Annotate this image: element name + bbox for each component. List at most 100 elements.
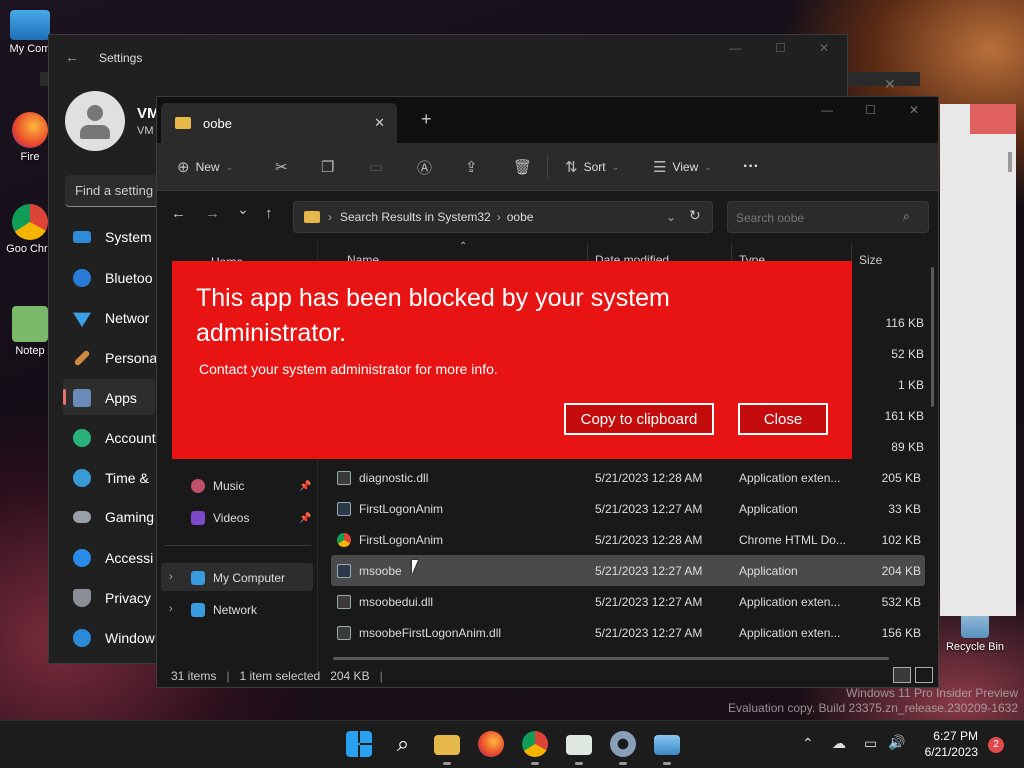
breadcrumb-part-1[interactable]: Search Results in System32: [340, 210, 491, 224]
notepad-icon[interactable]: [566, 735, 592, 755]
controller-icon: [73, 511, 91, 523]
new-button[interactable]: ⊕ New ⌄: [177, 143, 233, 191]
cloud-offline-icon[interactable]: ☁: [832, 735, 846, 752]
sidebar-item-time[interactable]: Time &: [73, 469, 149, 487]
windows-start-icon[interactable]: [346, 731, 372, 757]
back-arrow-icon[interactable]: ←: [65, 49, 79, 65]
table-row[interactable]: FirstLogonAnim 5/21/2023 12:27 AM Applic…: [331, 493, 925, 524]
more-options-button[interactable]: ···: [743, 143, 759, 191]
clock-date[interactable]: 6/21/2023: [912, 745, 978, 759]
command-bar: ⊕ New ⌄ ✂ ❐ ▭ Ⓐ ⇪ 🗑 ⇅ Sort ⌄ ☰ View ⌄ ···: [157, 143, 938, 191]
close-button[interactable]: Close: [738, 403, 828, 435]
scrollbar[interactable]: [1008, 152, 1012, 172]
sidebar-item-system[interactable]: System: [73, 229, 152, 245]
forward-arrow-icon[interactable]: →: [205, 205, 220, 222]
person-icon: [87, 105, 103, 121]
chrome-icon[interactable]: [522, 731, 548, 757]
mouse-cursor-icon: [412, 560, 424, 574]
close-button[interactable]: ✕: [819, 41, 829, 55]
expand-chevron-icon[interactable]: ›: [169, 603, 173, 615]
background-window-close-button[interactable]: [970, 104, 1016, 134]
nav-item-label: Videos: [213, 511, 250, 525]
sidebar-item-personalization[interactable]: Persona: [73, 349, 157, 367]
search-icon[interactable]: ⌕: [390, 731, 416, 757]
delete-button[interactable]: 🗑: [513, 143, 532, 191]
refresh-icon[interactable]: ↻: [689, 207, 701, 224]
expand-chevron-icon[interactable]: ›: [169, 571, 173, 583]
sidebar-item-apps[interactable]: Apps: [73, 389, 137, 407]
table-row[interactable]: FirstLogonAnim 5/21/2023 12:28 AM Chrome…: [331, 524, 925, 555]
status-separator: |: [379, 669, 383, 683]
address-bar[interactable]: › Search Results in System32 › oobe ⌄: [293, 201, 713, 233]
copy-button[interactable]: ❐: [321, 143, 334, 191]
update-icon: [73, 629, 91, 647]
address-dropdown-icon[interactable]: ⌄: [666, 210, 676, 224]
network-icon[interactable]: ▭: [864, 735, 877, 752]
close-tab-icon[interactable]: ✕: [374, 115, 385, 131]
file-size: 89 KB: [891, 440, 924, 454]
column-header-size[interactable]: Size: [859, 253, 882, 267]
status-size: 204 KB: [330, 669, 370, 683]
notification-badge[interactable]: 2: [988, 737, 1004, 753]
copy-to-clipboard-button[interactable]: Copy to clipboard: [564, 403, 714, 435]
sidebar-item-bluetooth[interactable]: Bluetoo: [73, 269, 152, 287]
new-tab-button[interactable]: +: [421, 109, 432, 130]
back-arrow-icon[interactable]: ←: [171, 205, 186, 222]
vertical-scrollbar[interactable]: [931, 267, 934, 407]
status-item-count: 31 items: [171, 669, 217, 683]
cut-button[interactable]: ✂: [275, 143, 288, 191]
file-type: Application: [739, 501, 798, 516]
recent-locations-chevron-icon[interactable]: ⌄: [237, 201, 249, 218]
file-type: Chrome HTML Do...: [739, 532, 846, 547]
clock-time[interactable]: 6:27 PM: [928, 729, 978, 743]
sidebar-item-accessibility[interactable]: Accessi: [73, 549, 153, 567]
paste-icon: ▭: [369, 159, 384, 176]
paste-button[interactable]: ▭: [369, 143, 383, 191]
sidebar-item-accounts[interactable]: Account: [73, 429, 156, 447]
sidebar-item-network[interactable]: Networ: [73, 309, 149, 327]
sidebar-item-windows-update[interactable]: Window: [73, 629, 155, 647]
horizontal-scrollbar[interactable]: [333, 657, 889, 660]
close-button[interactable]: ✕: [909, 103, 919, 117]
share-button[interactable]: ⇪: [465, 143, 478, 191]
file-explorer-icon[interactable]: [434, 735, 460, 755]
table-row[interactable]: msoobeFirstLogonAnim.dll 5/21/2023 12:27…: [331, 617, 925, 648]
sort-button[interactable]: ⇅ Sort ⌄: [565, 143, 619, 191]
maximize-button[interactable]: ☐: [775, 41, 786, 55]
nav-item-my-computer[interactable]: My Computer: [191, 571, 285, 585]
details-view-icon[interactable]: [893, 667, 911, 683]
firefox-icon[interactable]: [478, 731, 504, 757]
tab-oobe[interactable]: oobe ✕: [161, 103, 397, 143]
search-input[interactable]: Search oobe: [727, 201, 929, 233]
search-input[interactable]: Find a setting: [65, 175, 165, 207]
pin-icon[interactable]: 📌: [299, 513, 311, 524]
sidebar-item-gaming[interactable]: Gaming: [73, 509, 154, 525]
rename-button[interactable]: Ⓐ: [417, 143, 432, 191]
firefox-icon: [12, 112, 48, 148]
view-button[interactable]: ☰ View ⌄: [653, 143, 712, 191]
remote-desktop-icon[interactable]: [654, 735, 680, 755]
table-row[interactable]: msoobedui.dll 5/21/2023 12:27 AM Applica…: [331, 586, 925, 617]
nav-item-label: Network: [213, 603, 258, 617]
user-subtitle: VM: [137, 125, 154, 137]
minimize-button[interactable]: —: [821, 103, 833, 117]
minimize-button[interactable]: —: [729, 41, 741, 55]
running-indicator: [531, 762, 539, 765]
settings-icon[interactable]: [610, 731, 636, 757]
background-window-close-icon[interactable]: ✕: [884, 76, 896, 93]
pin-icon[interactable]: 📌: [299, 481, 311, 492]
nav-item-videos[interactable]: Videos: [191, 511, 249, 525]
maximize-button[interactable]: ☐: [865, 103, 876, 117]
breadcrumb-part-2[interactable]: oobe: [507, 210, 534, 224]
shield-icon: [73, 589, 91, 607]
tiles-view-icon[interactable]: [915, 667, 933, 683]
show-hidden-icons-chevron-icon[interactable]: ⌃: [802, 735, 814, 752]
up-arrow-icon[interactable]: ↑: [265, 205, 273, 222]
volume-icon[interactable]: 🔊: [888, 734, 905, 751]
table-row[interactable]: diagnostic.dll 5/21/2023 12:28 AM Applic…: [331, 462, 925, 493]
desktop-icon-recycle-bin[interactable]: Recycle Bin: [940, 610, 1010, 653]
sidebar-item-privacy[interactable]: Privacy: [73, 589, 151, 607]
nav-item-network[interactable]: Network: [191, 603, 257, 617]
music-icon: [191, 479, 205, 493]
nav-item-music[interactable]: Music: [191, 479, 244, 493]
